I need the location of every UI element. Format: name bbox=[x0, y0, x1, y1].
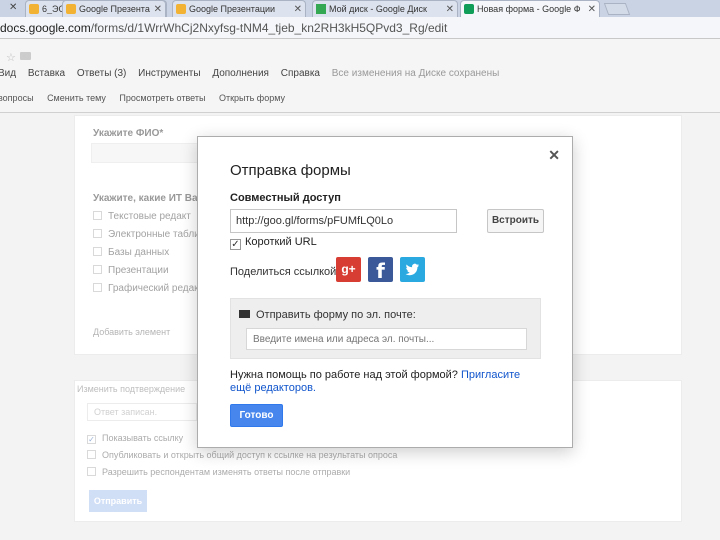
folder-icon bbox=[66, 4, 76, 14]
done-button[interactable]: Готово bbox=[230, 404, 283, 427]
browser-tab[interactable]: Google Презента ✕ bbox=[62, 0, 166, 17]
email-recipients-input[interactable] bbox=[246, 328, 527, 350]
short-url-checkbox[interactable]: ✓ Короткий URL bbox=[230, 236, 317, 250]
close-tab-icon[interactable]: ✕ bbox=[9, 2, 17, 13]
browser-tab-active[interactable]: Новая форма - Google Ф ✕ bbox=[460, 0, 600, 17]
form-toolbar: вопросы Сменить тему Просмотреть ответы … bbox=[0, 93, 296, 107]
checkbox-checked-icon[interactable]: ✓ bbox=[230, 239, 241, 250]
email-header: Отправить форму по эл. почте: bbox=[239, 309, 416, 321]
close-tab-icon[interactable]: ✕ bbox=[446, 4, 454, 15]
collaboration-label: Совместный доступ bbox=[230, 192, 341, 204]
close-tab-icon[interactable]: ✕ bbox=[154, 4, 162, 15]
help-text: Нужна помощь по работе над этой формой? … bbox=[230, 369, 521, 394]
forms-header: ☆ Вид Вставка Ответы (3) Инструменты Доп… bbox=[0, 39, 720, 113]
questions-button[interactable]: вопросы bbox=[0, 93, 34, 103]
open-form-button[interactable]: Открыть форму bbox=[219, 93, 285, 103]
menu-addons[interactable]: Дополнения bbox=[212, 68, 269, 79]
embed-button[interactable]: Встроить bbox=[487, 209, 544, 233]
dialog-title: Отправка формы bbox=[230, 162, 351, 179]
star-icon[interactable]: ☆ bbox=[6, 51, 16, 64]
menu-tools[interactable]: Инструменты bbox=[138, 68, 200, 79]
send-form-dialog: Отправка формы ✕ Совместный доступ Встро… bbox=[197, 136, 573, 448]
address-bar[interactable]: docs.google.com/forms/d/1WrrWhCj2Nxyfsg-… bbox=[0, 17, 720, 39]
share-link-label: Поделиться ссылкой bbox=[230, 266, 337, 278]
email-share-panel: Отправить форму по эл. почте: bbox=[230, 298, 541, 359]
close-icon[interactable]: ✕ bbox=[548, 147, 560, 164]
menu-responses[interactable]: Ответы (3) bbox=[77, 68, 127, 79]
change-theme-button[interactable]: Сменить тему bbox=[47, 93, 106, 103]
close-tab-icon[interactable]: ✕ bbox=[588, 4, 596, 15]
folder-icon bbox=[176, 4, 186, 14]
save-status: Все изменения на Диске сохранены bbox=[331, 68, 500, 79]
twitter-icon[interactable] bbox=[400, 257, 425, 282]
google-plus-icon[interactable]: g+ bbox=[336, 257, 361, 282]
google-forms-icon bbox=[464, 4, 474, 14]
facebook-icon[interactable]: f bbox=[368, 257, 393, 283]
google-drive-icon bbox=[316, 4, 326, 14]
menu-bar: Вид Вставка Ответы (3) Инструменты Допол… bbox=[0, 68, 508, 82]
folder-icon[interactable] bbox=[20, 52, 31, 60]
new-tab-button[interactable] bbox=[603, 3, 631, 15]
browser-tab-strip: ✕ 6_ЭОР ✕ Google Презента ✕ Google Презе… bbox=[0, 0, 720, 17]
menu-insert[interactable]: Вставка bbox=[28, 68, 65, 79]
url-text[interactable]: docs.google.com/forms/d/1WrrWhCj2Nxyfsg-… bbox=[0, 21, 447, 35]
folder-icon bbox=[29, 4, 39, 14]
form-link-field[interactable] bbox=[230, 209, 457, 233]
view-responses-button[interactable]: Просмотреть ответы bbox=[119, 93, 205, 103]
menu-view[interactable]: Вид bbox=[0, 68, 16, 79]
close-tab-icon[interactable]: ✕ bbox=[294, 4, 302, 15]
browser-tab[interactable]: Google Презентации ✕ bbox=[172, 0, 306, 17]
browser-tab[interactable]: Мой диск - Google Диск ✕ bbox=[312, 0, 458, 17]
menu-help[interactable]: Справка bbox=[281, 68, 320, 79]
envelope-icon bbox=[239, 310, 250, 318]
